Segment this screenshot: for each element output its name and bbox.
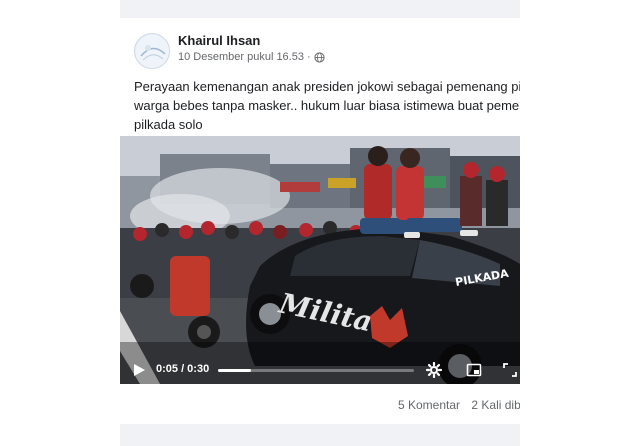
picture-in-picture-icon[interactable] [466,362,482,378]
post-text-line: warga bebes tanpa masker.. hukum luar bi… [134,98,520,113]
video-time: 0:05 / 0:30 [156,363,210,375]
globe-icon[interactable] [314,51,325,63]
post-text: Perayaan kemenangan anak presiden jokowi… [134,77,520,134]
shares-count[interactable]: 2 Kali dibagikan [471,398,520,412]
meta-separator: · [306,51,311,63]
video-progress-bar[interactable] [218,369,414,372]
post-card: Khairul Ihsan 10 Desember pukul 16.53 · … [120,0,520,446]
avatar-image [136,35,169,68]
avatar[interactable] [134,33,170,69]
video-controls: 0:05 / 0:30 [120,356,520,384]
video-frame: Militan PILKADA [120,136,520,384]
play-icon[interactable] [132,363,146,377]
fullscreen-icon[interactable] [502,362,518,378]
settings-icon[interactable] [426,362,442,378]
post-meta: 10 Desember pukul 16.53 · [178,51,325,63]
comments-count[interactable]: 5 Komentar [398,398,460,412]
feed-gap-top [120,0,520,18]
video-progress-fill [218,369,251,372]
post-timestamp[interactable]: 10 Desember pukul 16.53 [178,51,304,63]
video-player[interactable]: Militan PILKADA 0:05 / 0:30 [120,136,520,384]
author-name[interactable]: Khairul Ihsan [178,33,260,48]
feed-gap-bottom [120,424,520,446]
post-stats: 5 Komentar 2 Kali dibagikan [398,398,520,412]
post-text-line: Perayaan kemenangan anak presiden jokowi… [134,79,520,94]
post-text-line: pilkada solo [134,117,203,132]
